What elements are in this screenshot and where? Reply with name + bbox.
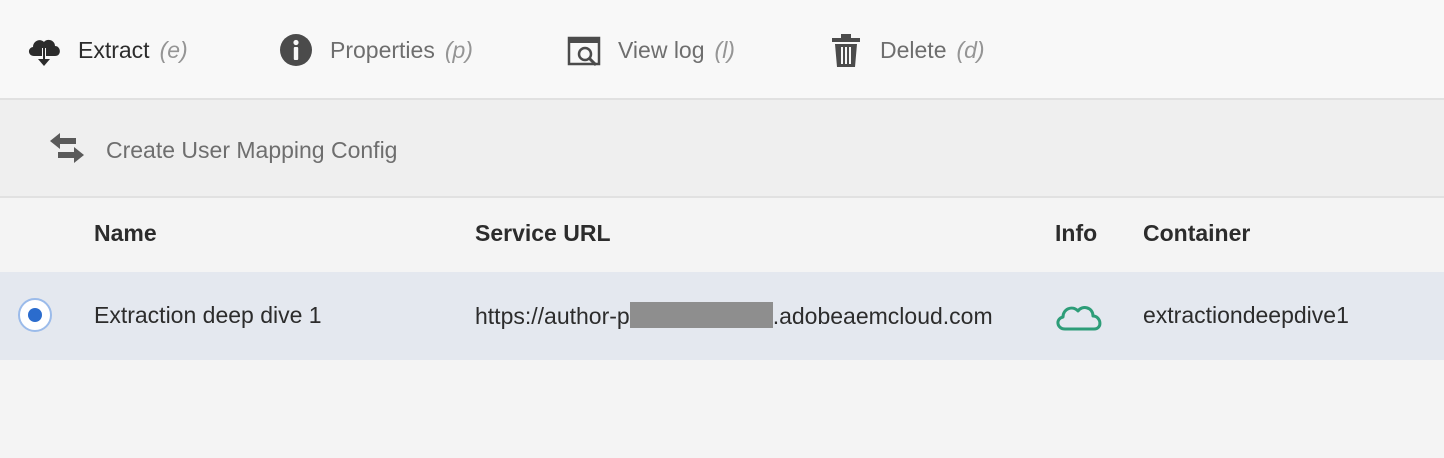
- cloud-download-icon: [24, 30, 64, 70]
- column-header-name[interactable]: Name: [94, 220, 157, 247]
- delete-label: Delete: [880, 36, 947, 63]
- view-log-label: View log: [618, 36, 705, 63]
- extract-label: Extract: [78, 36, 150, 63]
- action-bar: Create User Mapping Config: [0, 100, 1444, 198]
- service-url-prefix: https://author-p: [475, 303, 630, 329]
- row-select-radio[interactable]: [18, 298, 52, 332]
- delete-button[interactable]: Delete (d): [826, 28, 985, 72]
- column-header-service-url[interactable]: Service URL: [475, 220, 611, 247]
- delete-shortcut: (d): [956, 36, 985, 63]
- service-url-suffix: .adobeaemcloud.com: [772, 303, 993, 329]
- view-log-icon: [564, 30, 604, 70]
- create-user-mapping-config-button[interactable]: Create User Mapping Config: [48, 130, 397, 170]
- column-header-container[interactable]: Container: [1143, 220, 1250, 247]
- column-header-info[interactable]: Info: [1055, 220, 1097, 247]
- redacted-block: [629, 302, 773, 328]
- create-user-mapping-config-label: Create User Mapping Config: [106, 136, 398, 163]
- cloud-icon: [1053, 298, 1105, 339]
- extract-button[interactable]: Extract (e): [24, 28, 188, 72]
- row-service-url: https://author-p .adobeaemcloud.com: [475, 302, 993, 330]
- properties-label: Properties: [330, 36, 435, 63]
- radio-selected-dot: [28, 308, 42, 322]
- table-header: Name Service URL Info Container: [0, 198, 1444, 272]
- swap-arrows-icon: [48, 130, 86, 171]
- properties-button[interactable]: Properties (p): [276, 28, 473, 72]
- extract-shortcut: (e): [159, 36, 188, 63]
- properties-shortcut: (p): [444, 36, 473, 63]
- view-log-shortcut: (l): [714, 36, 735, 63]
- trash-icon: [826, 30, 866, 70]
- table-row[interactable]: Extraction deep dive 1 https://author-p.…: [0, 272, 1444, 360]
- row-name: Extraction deep dive 1: [94, 302, 322, 328]
- empty-table-area: [0, 360, 1444, 458]
- info-icon: [276, 30, 316, 70]
- view-log-button[interactable]: View log (l): [564, 28, 735, 72]
- toolbar: Extract (e) Properties (p) View log (l): [0, 0, 1444, 100]
- row-container: extractiondeepdive1: [1143, 302, 1349, 328]
